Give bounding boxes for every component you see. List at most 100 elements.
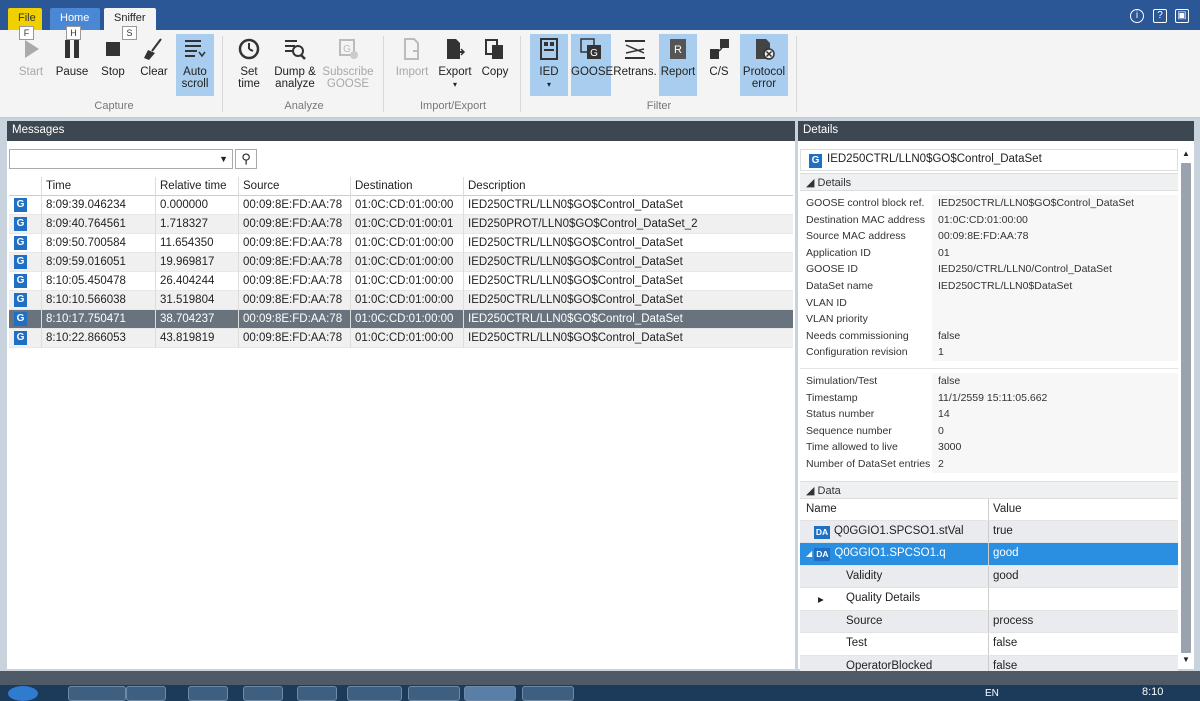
scroll-up-icon[interactable]: ▲ bbox=[1182, 149, 1190, 158]
data-row[interactable]: Source process bbox=[800, 610, 1178, 633]
autoscroll-button[interactable]: Auto scroll bbox=[176, 34, 214, 96]
subscribe-label: Subscribe bbox=[322, 66, 374, 78]
taskbar-app-icon[interactable] bbox=[522, 686, 574, 701]
filter-goose-button[interactable]: G GOOSE bbox=[571, 34, 613, 96]
data-row-value: false bbox=[993, 637, 1018, 649]
data-row[interactable]: OperatorBlocked false bbox=[800, 655, 1178, 671]
cell-rel: 19.969817 bbox=[156, 253, 239, 272]
table-row[interactable]: G 8:10:05.450478 26.404244 00:09:8E:FD:AA:7… bbox=[9, 272, 793, 291]
collapse-icon[interactable]: ◢ bbox=[806, 549, 814, 558]
dropdown-arrow-icon: ▾ bbox=[546, 80, 551, 89]
export-button[interactable]: Export ▾ bbox=[436, 34, 474, 96]
taskbar-app-icon[interactable] bbox=[347, 686, 402, 701]
details-scrollbar[interactable]: ▲ ▼ bbox=[1180, 149, 1192, 667]
filter-combobox[interactable]: ▼ bbox=[9, 149, 233, 169]
table-row[interactable]: G 8:09:59.016051 19.969817 00:09:8E:FD:AA:7… bbox=[9, 253, 793, 272]
data-row-name: ▸ Quality Details bbox=[818, 592, 920, 606]
table-row[interactable]: G 8:10:22.866053 43.819819 00:09:8E:FD:AA:7… bbox=[9, 329, 793, 348]
help-icon[interactable]: ? bbox=[1153, 9, 1167, 23]
goose-message-icon: G bbox=[809, 154, 822, 168]
pause-button[interactable]: Pause bbox=[54, 34, 90, 96]
analyze-group-label: Analyze bbox=[284, 100, 324, 112]
details-header: G IED250CTRL/LLN0$GO$Control_DataSet bbox=[800, 149, 1178, 171]
data-row[interactable]: Test false bbox=[800, 633, 1178, 656]
clear-button[interactable]: Clear bbox=[136, 34, 172, 96]
subscribe-goose-icon: G bbox=[339, 39, 358, 59]
property-key: Timestamp bbox=[806, 391, 858, 404]
dropdown-arrow-icon: ▾ bbox=[452, 80, 457, 89]
taskbar-browser-icon[interactable] bbox=[188, 686, 228, 701]
column-header-description[interactable]: Description bbox=[464, 177, 793, 196]
taskbar-folder-icon[interactable] bbox=[68, 686, 126, 701]
set-time-label-2: time bbox=[238, 78, 260, 90]
data-section-label: Data bbox=[817, 484, 841, 497]
expand-icon[interactable]: ▸ bbox=[818, 592, 824, 606]
scrollbar-thumb[interactable] bbox=[1181, 163, 1191, 653]
property-value: 00:09:8E:FD:AA:78 bbox=[938, 230, 1029, 243]
taskbar-chrome-icon[interactable] bbox=[297, 686, 337, 701]
column-header-relative-time[interactable]: Relative time bbox=[156, 177, 239, 196]
start-button[interactable]: Start bbox=[14, 34, 48, 96]
table-row[interactable]: G 8:09:39.046234 0.000000 00:09:8E:FD:AA:78… bbox=[9, 196, 793, 215]
taskbar-app-icon[interactable] bbox=[243, 686, 283, 701]
cell-rel: 31.519804 bbox=[156, 291, 239, 310]
set-time-button[interactable]: Set time bbox=[231, 34, 267, 96]
cell-desc: IED250CTRL/LLN0$GO$Control_DataSet bbox=[468, 294, 683, 306]
info-icon[interactable]: i bbox=[1130, 9, 1144, 23]
cell-dst: 01:0C:CD:01:00:01 bbox=[351, 215, 464, 234]
cell-time: 8:10:05.450478 bbox=[42, 272, 156, 291]
data-row[interactable]: DA Q0GGIO1.SPCSO1.stVal true bbox=[800, 520, 1178, 543]
filter-retrans-button[interactable]: Retrans. bbox=[613, 34, 657, 96]
search-button[interactable]: ⚲ bbox=[235, 149, 257, 169]
filter-cs-button[interactable]: C/S bbox=[702, 34, 736, 96]
import-label: Import bbox=[395, 66, 429, 78]
column-header-time[interactable]: Time bbox=[42, 177, 156, 196]
filter-protocol-error-button[interactable]: Protocol error bbox=[740, 34, 788, 96]
table-row[interactable]: G 8:10:17.750471 38.704237 00:09:8E:FD:AA:7… bbox=[9, 310, 793, 329]
data-row-label: Q0GGIO1.SPCSO1.stVal bbox=[834, 524, 964, 537]
table-header: Time Relative time Source Destination De… bbox=[9, 177, 793, 196]
data-row[interactable]: Validity good bbox=[800, 565, 1178, 588]
table-row[interactable]: G 8:09:40.764561 1.718327 00:09:8E:FD:AA:78… bbox=[9, 215, 793, 234]
data-col-value[interactable]: Value bbox=[993, 503, 1022, 515]
property-value: 1 bbox=[938, 346, 944, 359]
property-row: Sequence number 0 bbox=[800, 422, 1178, 440]
table-row[interactable]: G 8:09:50.700584 11.654350 00:09:8E:FD:AA:7… bbox=[9, 234, 793, 253]
taskbar-clock[interactable]: 8:10 bbox=[1142, 686, 1163, 698]
data-col-name[interactable]: Name bbox=[806, 503, 837, 515]
property-row: Timestamp 11/1/2559 15:11:05.662 bbox=[800, 389, 1178, 407]
pause-icon bbox=[65, 40, 79, 58]
property-value-bg bbox=[932, 294, 1178, 312]
stop-button[interactable]: Stop bbox=[96, 34, 130, 96]
copy-button[interactable]: Copy bbox=[478, 34, 512, 96]
chevron-down-icon[interactable]: ▼ bbox=[219, 154, 228, 164]
window-icon[interactable]: ▣ bbox=[1175, 9, 1189, 23]
property-value-bg bbox=[932, 439, 1178, 456]
data-row[interactable]: ◢ DA Q0GGIO1.SPCSO1.q good bbox=[800, 543, 1178, 566]
data-row-value: process bbox=[993, 614, 1034, 627]
column-header-source[interactable]: Source bbox=[239, 177, 351, 196]
table-row[interactable]: G 8:10:10.566038 31.519804 00:09:8E:FD:AA:7… bbox=[9, 291, 793, 310]
property-key: Source MAC address bbox=[806, 230, 906, 243]
data-section-header[interactable]: ◢ Data bbox=[800, 480, 1178, 499]
taskbar-terminal-icon[interactable] bbox=[408, 686, 460, 701]
data-row[interactable]: ▸ Quality Details bbox=[800, 588, 1178, 611]
filter-report-button[interactable]: R Report bbox=[659, 34, 697, 96]
data-row-name: OperatorBlocked bbox=[846, 660, 932, 671]
property-value-bg bbox=[932, 422, 1178, 440]
broom-icon bbox=[144, 38, 162, 60]
details-section-header[interactable]: ◢ Details bbox=[800, 173, 1178, 191]
dump-analyze-button[interactable]: Dump & analyze bbox=[272, 34, 318, 96]
filter-ied-button[interactable]: IED ▾ bbox=[530, 34, 568, 96]
property-key: Simulation/Test bbox=[806, 374, 878, 387]
import-button[interactable]: Import bbox=[392, 34, 432, 96]
language-indicator[interactable]: EN bbox=[985, 688, 999, 699]
scroll-down-icon[interactable]: ▼ bbox=[1182, 655, 1190, 664]
column-header-destination[interactable]: Destination bbox=[351, 177, 464, 196]
property-key: Needs commissioning bbox=[806, 329, 909, 342]
taskbar-app-icon[interactable] bbox=[126, 686, 166, 701]
property-row: Configuration revision 1 bbox=[800, 344, 1178, 361]
taskbar-active-app-icon[interactable] bbox=[464, 686, 516, 701]
subscribe-goose-button[interactable]: G Subscribe GOOSE bbox=[322, 34, 374, 96]
start-orb-icon[interactable] bbox=[8, 686, 38, 701]
